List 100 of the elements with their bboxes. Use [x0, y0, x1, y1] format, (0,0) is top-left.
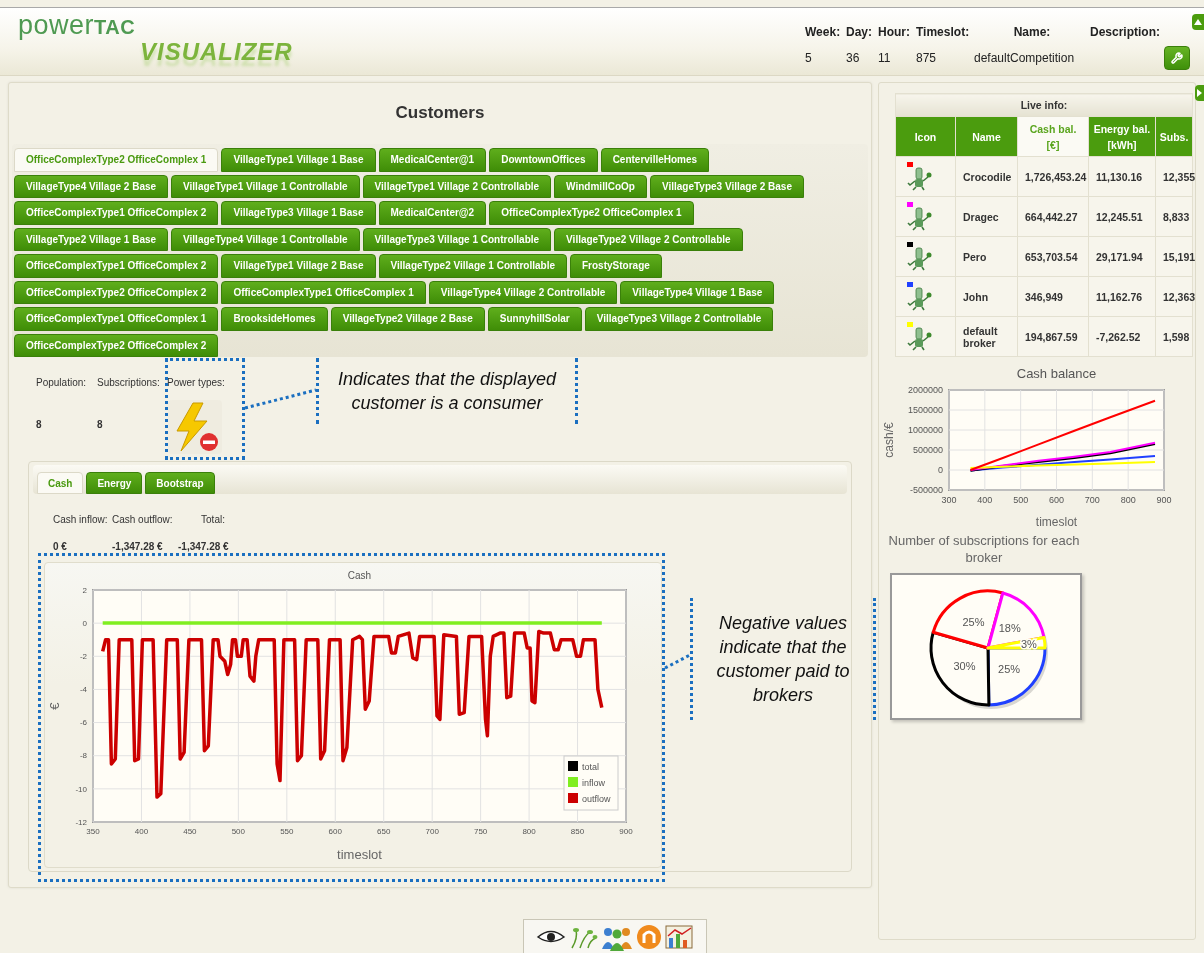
detail-label: Power types:	[167, 377, 226, 388]
customer-tab[interactable]: DowntownOffices	[489, 148, 598, 172]
axis-tick-label: 900	[619, 827, 633, 836]
axis-tick-label: 600	[1049, 495, 1064, 505]
customer-tab[interactable]: OfficeComplexType1 OfficeComplex 2	[14, 254, 219, 278]
info-label: Hour:	[878, 25, 910, 39]
axis-tick-label: -10	[75, 784, 87, 794]
customer-tab[interactable]: VillageType3 Village 2 Base	[649, 174, 804, 198]
customer-tab[interactable]: OfficeComplexType1 OfficeComplex 1	[14, 307, 219, 331]
customer-tab[interactable]: MedicalCenter@1	[378, 148, 487, 172]
axis-tick-label: 700	[425, 827, 439, 836]
column-header[interactable]: Icon	[895, 116, 956, 157]
customer-tab[interactable]: VillageType1 Village 1 Controllable	[171, 174, 360, 198]
customer-tab[interactable]: OfficeComplexType1 OfficeComplex 2	[14, 201, 219, 225]
info-label: Description:	[1090, 25, 1160, 39]
axis-label: timeslot	[1035, 515, 1078, 529]
view-tab[interactable]: Bootstrap	[145, 472, 215, 494]
table-cell: 8,833	[1155, 196, 1193, 237]
legend-label: outflow	[582, 794, 611, 804]
axis-tick-label: 550	[280, 827, 294, 836]
detail-value: 8	[97, 419, 104, 432]
table-cell: 664,442.27	[1017, 196, 1089, 237]
table-cell: 194,867.59	[1017, 316, 1089, 357]
customer-tab[interactable]: VillageType3 Village 2 Controllable	[584, 307, 774, 331]
view-tab[interactable]: Cash	[37, 472, 84, 494]
axis-tick-label: -2	[79, 651, 87, 661]
callout-text: Indicates that the displayed customer is a consumer	[336, 368, 558, 415]
axis-tick-label: -6	[79, 718, 87, 728]
slice-label: 18%	[998, 621, 1021, 634]
customer-tab[interactable]: OfficeComplexType2 OfficeComplex 2	[14, 333, 219, 357]
collapse-button[interactable]	[1192, 14, 1204, 30]
customer-tab[interactable]: SunnyhillSolar	[487, 307, 582, 331]
customer-tab[interactable]: MedicalCenter@2	[378, 201, 487, 225]
table-cell: 12,363	[1155, 276, 1193, 317]
table-cell: 346,949	[1017, 276, 1089, 317]
customer-tab[interactable]: OfficeComplexType1 OfficeComplex 1	[221, 280, 426, 304]
settings-button[interactable]	[1164, 46, 1190, 70]
robot-icon	[906, 247, 934, 271]
customer-tab[interactable]: VillageType2 Village 2 Base	[330, 307, 485, 331]
customer-tab[interactable]: VillageType3 Village 1 Controllable	[362, 227, 552, 251]
customer-tab[interactable]: VillageType4 Village 1 Base	[620, 280, 775, 304]
chart-title: Cash	[347, 570, 372, 581]
panel-title: Customers	[394, 103, 486, 123]
column-header[interactable]: Name	[955, 116, 1018, 157]
table-cell: 653,703.54	[1017, 236, 1089, 277]
round-badge-icon[interactable]	[636, 924, 662, 950]
stat-label: Cash inflow:	[53, 514, 108, 525]
info-value: 36	[846, 51, 860, 65]
column-header[interactable]: Energy bal. [kWh]	[1088, 116, 1156, 157]
lightning-minus-icon	[167, 399, 223, 455]
customer-tab[interactable]: VillageType4 Village 2 Controllable	[428, 280, 618, 304]
customer-tab[interactable]: OfficeComplexType2 OfficeComplex 1	[14, 148, 219, 172]
table-title: Live info:	[895, 93, 1193, 117]
customer-tab[interactable]: CentervilleHomes	[600, 148, 710, 172]
axis-tick-label: 800	[1120, 495, 1136, 505]
customer-tab[interactable]: VillageType4 Village 1 Controllable	[171, 227, 360, 251]
customer-tab[interactable]: VillageType2 Village 1 Base	[14, 227, 169, 251]
legend-swatch	[568, 777, 578, 787]
expand-button[interactable]	[1195, 85, 1204, 101]
axis-tick-label: 1500000	[907, 405, 943, 415]
customer-tab[interactable]: VillageType1 Village 2 Base	[221, 254, 376, 278]
caret-up-icon	[1194, 19, 1202, 25]
table-cell: 15,191	[1155, 236, 1193, 277]
detail-label: Subscriptions:	[97, 377, 161, 388]
axis-tick-label: 650	[377, 827, 391, 836]
axis-tick-label: -8	[79, 751, 87, 761]
legend-label: total	[582, 762, 599, 772]
table-cell: 1,598	[1155, 316, 1193, 357]
view-tab[interactable]: Energy	[86, 472, 143, 494]
customer-tab[interactable]: FrostyStorage	[570, 254, 662, 278]
table-cell: 11,130.16	[1088, 156, 1156, 197]
axis-tick-label: 900	[1156, 495, 1172, 505]
table-cell: 11,162.76	[1088, 276, 1156, 317]
axis-tick-label: 850	[570, 827, 585, 836]
axis-tick-label: 400	[134, 827, 149, 836]
customer-tab[interactable]: VillageType2 Village 1 Controllable	[378, 254, 567, 278]
table-cell: default broker	[955, 316, 1018, 357]
customer-tab[interactable]: VillageType3 Village 1 Base	[221, 201, 376, 225]
robot-icon	[906, 287, 934, 311]
slice-label: 25%	[998, 662, 1021, 675]
chart-icon[interactable]	[664, 924, 694, 950]
axis-tick-label: 350	[86, 827, 100, 836]
info-label: Week:	[805, 25, 841, 39]
axis-label: €	[47, 702, 62, 710]
axis-tick-label: -12	[75, 817, 87, 827]
axis-tick-label: 1000000	[907, 425, 943, 435]
customer-tab[interactable]: VillageType2 Village 2 Controllable	[554, 227, 743, 251]
customer-tab[interactable]: VillageType1 Village 2 Controllable	[362, 174, 552, 198]
stat-value: 0 €	[53, 541, 68, 552]
column-header[interactable]: Cash bal. [€]	[1017, 116, 1089, 157]
customer-tab[interactable]: VillageType4 Village 2 Base	[14, 174, 169, 198]
customer-tab[interactable]: WindmillCoOp	[554, 174, 647, 198]
axis-tick-label: 0	[938, 465, 943, 475]
customer-tab[interactable]: OfficeComplexType2 OfficeComplex 2	[14, 280, 219, 304]
customer-tab[interactable]: VillageType1 Village 1 Base	[221, 148, 376, 172]
table-cell: 12,355	[1155, 156, 1193, 197]
axis-tick-label: -500000	[909, 485, 943, 495]
column-header[interactable]: Subs.	[1155, 116, 1193, 157]
customer-tab[interactable]: OfficeComplexType2 OfficeComplex 1	[489, 201, 694, 225]
customer-tab[interactable]: BrooksideHomes	[221, 307, 328, 331]
